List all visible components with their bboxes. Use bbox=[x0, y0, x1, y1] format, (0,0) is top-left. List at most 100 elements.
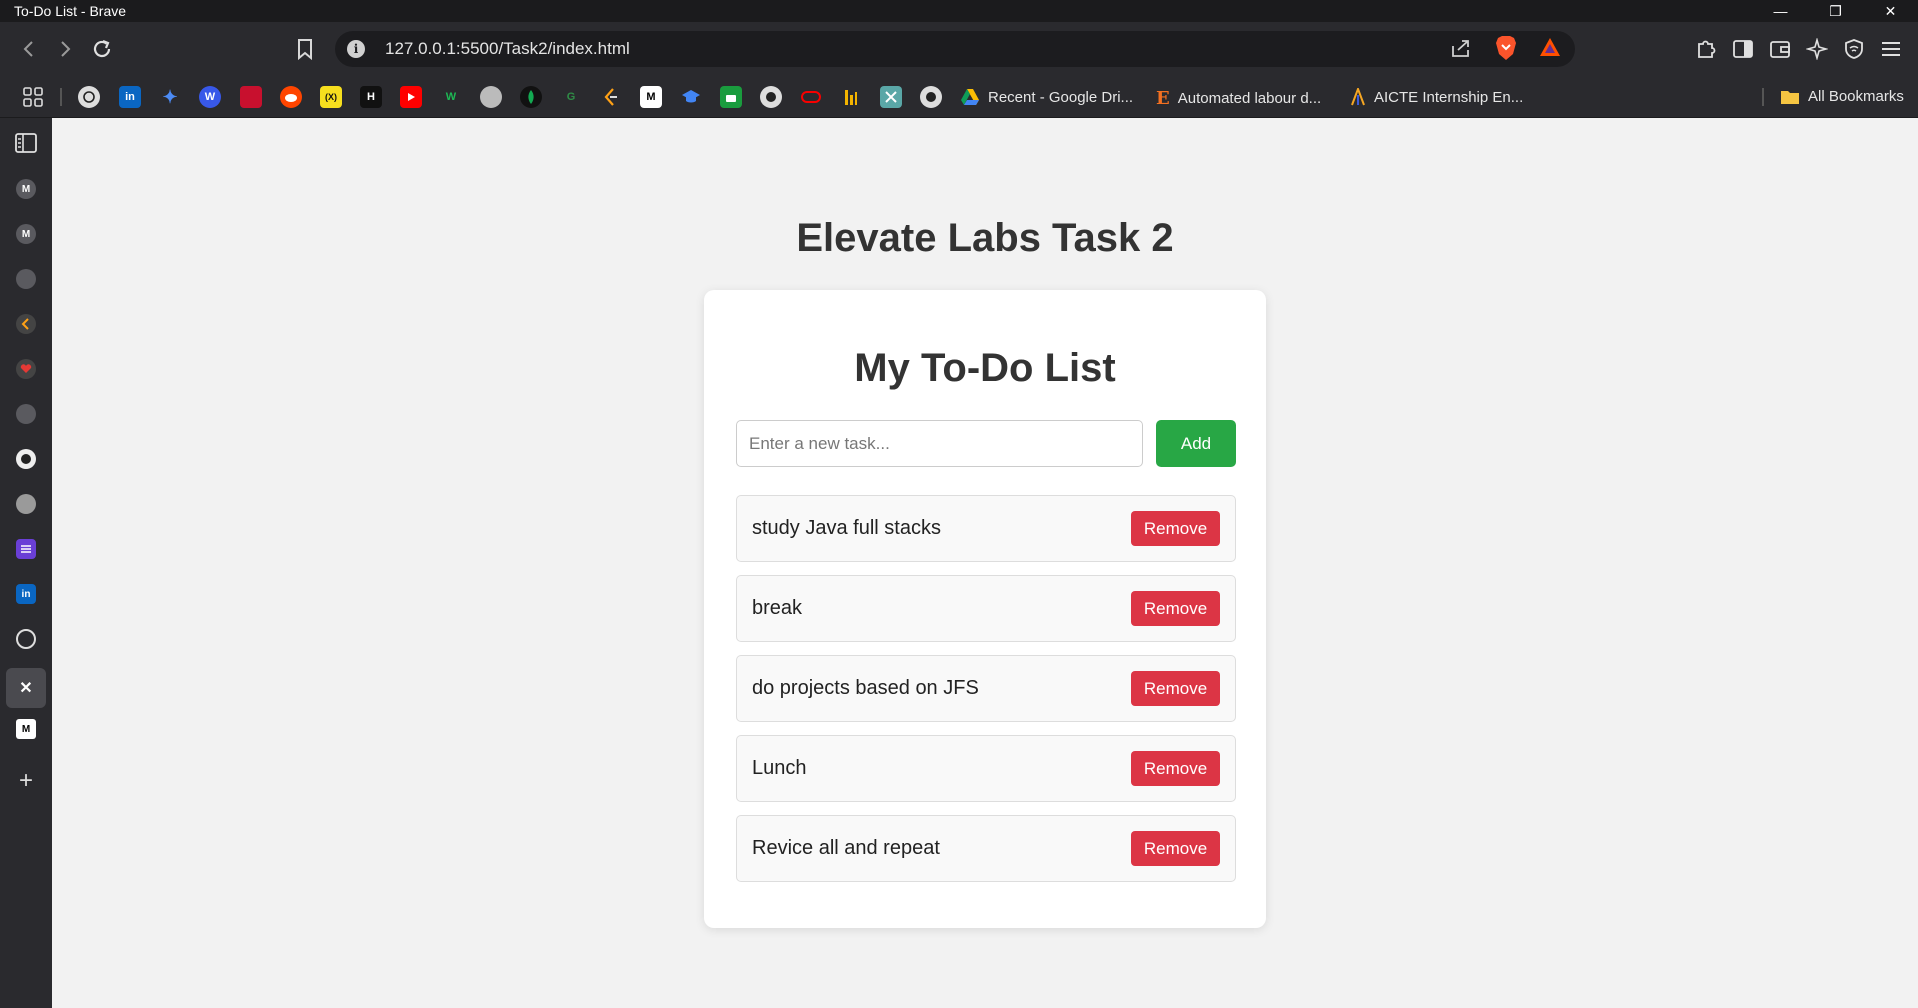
sidebar-item-github[interactable] bbox=[11, 444, 41, 474]
linkedin-icon: in bbox=[16, 584, 36, 604]
remove-task-button[interactable]: Remove bbox=[1131, 751, 1220, 786]
forward-button[interactable] bbox=[50, 34, 80, 64]
sidebar-item-close[interactable]: ✕ bbox=[6, 668, 46, 708]
medium-icon: M bbox=[16, 719, 36, 739]
geeksforgeeks-icon[interactable]: G bbox=[560, 86, 582, 108]
apps-grid-icon[interactable] bbox=[22, 86, 44, 108]
sidebar-item-globe-2[interactable] bbox=[11, 399, 41, 429]
bookmark-label: Automated labour d... bbox=[1177, 90, 1322, 107]
folder-icon bbox=[1781, 90, 1799, 104]
vpn-button[interactable] bbox=[1841, 36, 1867, 62]
chatgpt-icon bbox=[16, 629, 36, 649]
restore-button[interactable]: ❐ bbox=[1808, 0, 1863, 22]
brave-lion-icon bbox=[1496, 36, 1516, 60]
shield-wifi-icon bbox=[1845, 39, 1863, 59]
bookmark-google-drive[interactable]: Recent - Google Dri... bbox=[960, 88, 1133, 106]
brave-rewards-button[interactable] bbox=[1538, 36, 1562, 63]
task-item: do projects based on JFS Remove bbox=[736, 655, 1236, 722]
globe-icon bbox=[16, 404, 36, 424]
address-bar[interactable]: i 127.0.0.1:5500/Task2/index.html bbox=[335, 31, 1575, 67]
sidebar-add-button[interactable]: + bbox=[11, 766, 41, 796]
bookmarks-divider bbox=[60, 88, 62, 106]
sidebar-item-medium-3[interactable]: M bbox=[11, 714, 41, 744]
close-window-button[interactable]: ✕ bbox=[1863, 0, 1918, 22]
window-controls: — ❐ ✕ bbox=[1753, 0, 1918, 22]
page-viewport: Elevate Labs Task 2 My To-Do List Add st… bbox=[52, 118, 1918, 1008]
task-item: Revice all and repeat Remove bbox=[736, 815, 1236, 882]
youtube-icon[interactable] bbox=[400, 86, 422, 108]
sidebar-icon bbox=[1733, 40, 1753, 58]
remove-task-button[interactable]: Remove bbox=[1131, 591, 1220, 626]
brave-shields-button[interactable] bbox=[1494, 35, 1518, 66]
site-info-icon[interactable]: i bbox=[347, 40, 365, 58]
linkedin-icon[interactable]: in bbox=[119, 86, 141, 108]
sidebar-item-medium-1[interactable]: M bbox=[11, 174, 41, 204]
task-text: Lunch bbox=[752, 757, 807, 779]
sidebar-item-chatgpt[interactable] bbox=[11, 624, 41, 654]
oracle-icon[interactable] bbox=[800, 86, 822, 108]
sidebar-item-heart[interactable] bbox=[11, 354, 41, 384]
reddit-icon[interactable] bbox=[280, 86, 302, 108]
sidebar-item-leetcode[interactable] bbox=[11, 309, 41, 339]
bookmark-automated-labour[interactable]: E Automated labour d... bbox=[1156, 88, 1321, 109]
task-text: do projects based on JFS bbox=[752, 677, 979, 699]
e-letter-icon: E bbox=[1156, 88, 1170, 109]
xai-icon[interactable]: (X) bbox=[320, 86, 342, 108]
mongodb-leaf-icon[interactable] bbox=[520, 86, 542, 108]
task-item: Lunch Remove bbox=[736, 735, 1236, 802]
bookmark-aicte[interactable]: AICTE Internship En... bbox=[1350, 88, 1523, 106]
todo-card-title: My To-Do List bbox=[854, 346, 1116, 390]
url-text[interactable]: 127.0.0.1:5500/Task2/index.html bbox=[385, 39, 630, 59]
bookmark-label: AICTE Internship En... bbox=[1374, 88, 1524, 106]
wallet-button[interactable] bbox=[1767, 36, 1793, 62]
list-icon bbox=[16, 539, 36, 559]
webflow-icon[interactable]: W bbox=[440, 86, 462, 108]
reload-icon bbox=[93, 39, 111, 58]
graduation-cap-icon[interactable] bbox=[680, 86, 702, 108]
new-task-input[interactable] bbox=[736, 420, 1143, 467]
side-panel: M M in ✕ M + bbox=[0, 118, 52, 1008]
extensions-button[interactable] bbox=[1693, 36, 1719, 62]
gemini-sparkle-icon[interactable]: ✦ bbox=[159, 86, 181, 108]
wallet-icon bbox=[1770, 41, 1790, 58]
arrow-left-icon bbox=[23, 41, 33, 57]
heart-icon bbox=[16, 359, 36, 379]
all-bookmarks-button[interactable]: All Bookmarks bbox=[1780, 88, 1904, 105]
android-icon[interactable] bbox=[720, 86, 742, 108]
globe-icon[interactable] bbox=[480, 86, 502, 108]
sidebar-panel-button[interactable] bbox=[11, 128, 41, 158]
leo-ai-button[interactable] bbox=[1804, 36, 1830, 62]
sidebar-item-globe-1[interactable] bbox=[11, 264, 41, 294]
wordpress-icon[interactable]: W bbox=[199, 86, 221, 108]
minimize-button[interactable]: — bbox=[1753, 0, 1808, 22]
browser-toolbar: i 127.0.0.1:5500/Task2/index.html bbox=[0, 22, 1918, 76]
bookmark-page-button[interactable] bbox=[296, 38, 314, 65]
back-button[interactable] bbox=[14, 34, 44, 64]
leetcode-icon[interactable] bbox=[600, 86, 622, 108]
sidebar-item-list[interactable] bbox=[11, 534, 41, 564]
sidebar-item-globe-3[interactable] bbox=[11, 489, 41, 519]
reload-button[interactable] bbox=[87, 34, 117, 64]
add-task-button[interactable]: Add bbox=[1156, 420, 1236, 467]
task-item: study Java full stacks Remove bbox=[736, 495, 1236, 562]
task-item: break Remove bbox=[736, 575, 1236, 642]
chatgpt-icon[interactable] bbox=[78, 86, 100, 108]
globe-icon bbox=[16, 269, 36, 289]
sidebar-item-medium-2[interactable]: M bbox=[11, 219, 41, 249]
share-button[interactable] bbox=[1450, 38, 1472, 63]
github-icon-2[interactable] bbox=[920, 86, 942, 108]
chart-bars-icon[interactable] bbox=[840, 86, 862, 108]
leetcode-icon bbox=[16, 314, 36, 334]
hashnode-icon[interactable]: H bbox=[360, 86, 382, 108]
medium-icon[interactable]: M bbox=[640, 86, 662, 108]
remove-task-button[interactable]: Remove bbox=[1131, 511, 1220, 546]
remove-task-button[interactable]: Remove bbox=[1131, 831, 1220, 866]
red-bookmark-icon[interactable] bbox=[240, 86, 262, 108]
remove-task-button[interactable]: Remove bbox=[1131, 671, 1220, 706]
tools-icon[interactable] bbox=[880, 86, 902, 108]
sidebar-toggle-button[interactable] bbox=[1730, 36, 1756, 62]
menu-button[interactable] bbox=[1878, 36, 1904, 62]
sidebar-item-linkedin[interactable]: in bbox=[11, 579, 41, 609]
github-icon[interactable] bbox=[760, 86, 782, 108]
close-icon: ✕ bbox=[19, 680, 33, 697]
